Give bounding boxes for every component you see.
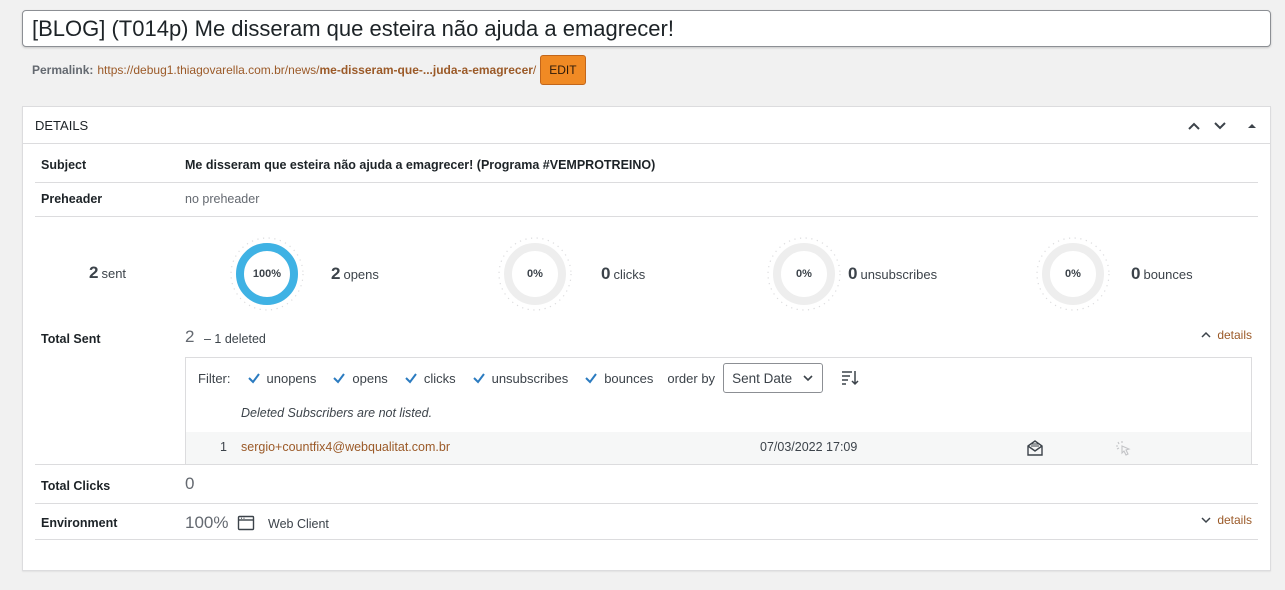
opens-unit: opens bbox=[343, 266, 379, 282]
order-by-value: Sent Date bbox=[732, 370, 793, 386]
divider bbox=[35, 539, 1258, 540]
chevron-down-icon bbox=[803, 375, 813, 382]
divider bbox=[35, 216, 1258, 217]
subject-value: Me disseram que esteira não ajuda a emag… bbox=[185, 158, 656, 172]
details-link-label: details bbox=[1217, 513, 1252, 527]
post-title-input[interactable]: [BLOG] (T014p) Me disseram que esteira n… bbox=[22, 10, 1271, 47]
filter-option-label: bounces bbox=[604, 370, 654, 386]
permalink-trailing: / bbox=[532, 63, 537, 77]
move-down-icon[interactable] bbox=[1210, 116, 1230, 136]
order-by-label: order by bbox=[667, 370, 716, 386]
clicks-ring: 0% bbox=[497, 236, 573, 312]
unsubscribes-unit: unsubscribes bbox=[860, 266, 938, 282]
details-panel: DETAILS Subject Me disseram que esteira … bbox=[22, 106, 1271, 571]
move-up-icon[interactable] bbox=[1184, 116, 1204, 136]
details-panel-header: DETAILS bbox=[23, 107, 1270, 144]
click-pointer-icon bbox=[1114, 439, 1132, 460]
panel-controls bbox=[1184, 107, 1262, 144]
browser-window-icon bbox=[237, 514, 255, 535]
environment-details-link[interactable]: details bbox=[1201, 513, 1252, 527]
permalink-row: Permalink: https://debug1.thiagovarella.… bbox=[32, 55, 586, 85]
permalink-label: Permalink: bbox=[32, 63, 94, 77]
preheader-value: no preheader bbox=[185, 192, 260, 206]
collapse-toggle-icon[interactable] bbox=[1242, 116, 1262, 136]
divider bbox=[35, 182, 1258, 183]
opened-envelope-icon bbox=[1026, 439, 1044, 460]
check-icon bbox=[585, 373, 598, 384]
total-sent-deleted: – 1 deleted bbox=[204, 332, 266, 346]
check-icon bbox=[472, 373, 485, 384]
permalink-slug: me-disseram-que-...juda-a-emagrecer bbox=[319, 63, 533, 77]
filter-clicks[interactable]: clicks bbox=[404, 371, 456, 386]
stat-opens: 100% 2 opens bbox=[229, 236, 379, 312]
check-icon bbox=[405, 373, 417, 384]
total-sent-details-link[interactable]: details bbox=[1201, 328, 1252, 342]
clicks-count: 0 bbox=[601, 264, 611, 283]
chevron-up-icon bbox=[1201, 331, 1211, 338]
subscriber-email-link[interactable]: sergio+countfix4@webqualitat.com.br bbox=[241, 440, 450, 454]
check-icon bbox=[247, 373, 260, 384]
bounces-count: 0 bbox=[1131, 264, 1141, 283]
environment-client: Web Client bbox=[268, 517, 329, 531]
environment-percent: 100% bbox=[185, 513, 229, 532]
total-clicks-value: 0 bbox=[185, 474, 195, 493]
subscribers-box: Filter: unopens opens clicks unsubscribe… bbox=[185, 357, 1252, 464]
permalink-base: https://debug1.thiagovarella.com.br/news… bbox=[97, 63, 320, 77]
bounces-ring: 0% bbox=[1035, 236, 1111, 312]
opens-ring: 100% bbox=[229, 236, 305, 312]
bounces-percent: 0% bbox=[1065, 268, 1081, 280]
filter-opens[interactable]: opens bbox=[332, 370, 388, 386]
check-icon bbox=[333, 373, 346, 384]
chevron-down-icon bbox=[1201, 517, 1211, 524]
preheader-label: Preheader bbox=[41, 192, 103, 206]
clicks-unit: clicks bbox=[613, 266, 646, 282]
environment-label: Environment bbox=[41, 516, 118, 530]
filter-bounces[interactable]: bounces bbox=[584, 371, 653, 386]
opens-count: 2 bbox=[331, 264, 341, 283]
opens-percent: 100% bbox=[252, 268, 282, 280]
subject-label: Subject bbox=[41, 158, 87, 172]
filter-unopens[interactable]: unopens bbox=[247, 370, 317, 386]
divider bbox=[35, 464, 1258, 465]
total-sent-count: 2 bbox=[185, 327, 195, 346]
subscriber-index: 1 bbox=[220, 440, 227, 454]
filter-option-label: clicks bbox=[423, 370, 456, 386]
filter-option-label: unsubscribes bbox=[491, 370, 569, 386]
filter-bar: Filter: unopens opens clicks unsubscribe… bbox=[198, 363, 859, 393]
filter-label: Filter: bbox=[198, 370, 231, 386]
deleted-subscribers-note: Deleted Subscribers are not listed. bbox=[241, 406, 433, 420]
sort-order-icon[interactable] bbox=[839, 368, 859, 388]
details-link-label: details bbox=[1217, 328, 1252, 342]
edit-permalink-button[interactable]: EDIT bbox=[540, 55, 586, 85]
order-by-select[interactable]: Sent Date bbox=[723, 363, 824, 393]
stat-bounces: 0% 0 bounces bbox=[1035, 236, 1193, 312]
bounces-unit: bounces bbox=[1143, 266, 1193, 282]
total-clicks-label: Total Clicks bbox=[41, 479, 111, 493]
total-sent-label: Total Sent bbox=[41, 332, 101, 346]
stat-clicks: 0% 0 clicks bbox=[497, 236, 645, 312]
filter-unsubscribes[interactable]: unsubscribes bbox=[472, 370, 569, 386]
subscriber-sent-date: 07/03/2022 17:09 bbox=[760, 440, 858, 454]
filter-option-label: opens bbox=[352, 370, 388, 386]
stat-sent: 2 sent bbox=[89, 263, 126, 283]
unsubscribes-ring: 0% bbox=[766, 236, 842, 312]
details-panel-title: DETAILS bbox=[35, 117, 89, 133]
unsubscribes-count: 0 bbox=[848, 264, 858, 283]
clicks-percent: 0% bbox=[527, 268, 543, 280]
sent-count: 2 bbox=[89, 263, 99, 282]
sent-unit: sent bbox=[101, 265, 127, 281]
divider bbox=[35, 503, 1258, 504]
stat-unsubscribes: 0% 0 unsubscribes bbox=[766, 236, 937, 312]
unsubscribes-percent: 0% bbox=[796, 268, 812, 280]
subscriber-row: 1 sergio+countfix4@webqualitat.com.br 07… bbox=[186, 432, 1251, 464]
permalink-url[interactable]: https://debug1.thiagovarella.com.br/news… bbox=[97, 63, 536, 77]
filter-option-label: unopens bbox=[266, 370, 317, 386]
